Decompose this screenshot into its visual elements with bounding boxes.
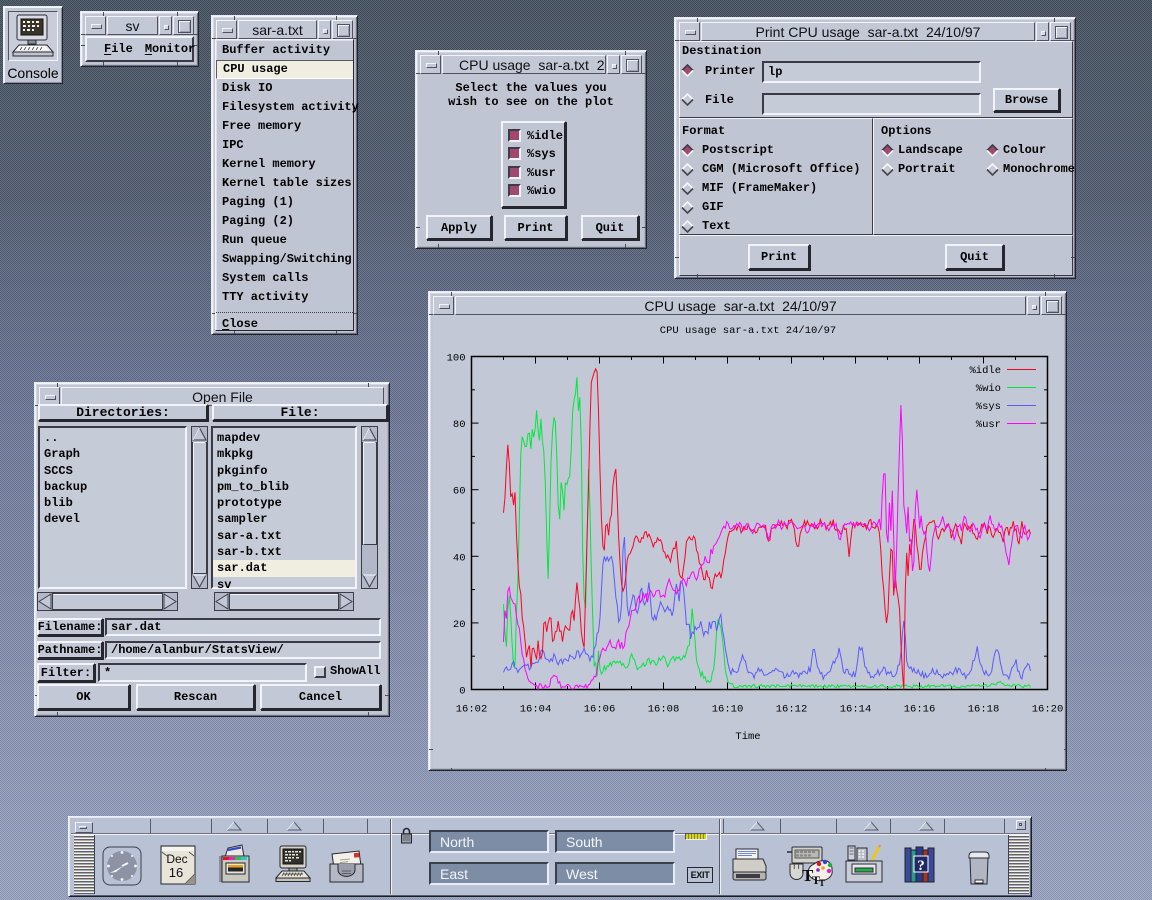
svg-text:Dec: Dec xyxy=(166,852,187,866)
svg-text:80: 80 xyxy=(453,419,466,431)
svg-text:16:02: 16:02 xyxy=(456,704,488,716)
svg-text:16:18: 16:18 xyxy=(968,704,1000,716)
svg-text:60: 60 xyxy=(453,486,466,498)
svg-text:16:04: 16:04 xyxy=(520,704,552,716)
svg-text:CPU usage sar-a.txt 24/10/97: CPU usage sar-a.txt 24/10/97 xyxy=(660,325,836,337)
svg-text:%usr: %usr xyxy=(976,419,1001,431)
svg-text:100: 100 xyxy=(447,353,466,365)
svg-text:20: 20 xyxy=(453,619,466,631)
svg-text:16:08: 16:08 xyxy=(648,704,680,716)
svg-text:40: 40 xyxy=(453,552,466,564)
svg-text:?: ? xyxy=(917,858,925,874)
svg-text:16:12: 16:12 xyxy=(776,704,808,716)
svg-text:16:20: 16:20 xyxy=(1032,704,1064,716)
svg-text:%idle: %idle xyxy=(969,365,1001,377)
svg-text:16: 16 xyxy=(169,865,183,880)
svg-text:16:06: 16:06 xyxy=(584,704,616,716)
svg-text:16:16: 16:16 xyxy=(904,704,936,716)
svg-text:16:14: 16:14 xyxy=(840,704,872,716)
svg-text:Time: Time xyxy=(735,731,760,743)
svg-text:%sys: %sys xyxy=(976,401,1001,413)
svg-text:%wio: %wio xyxy=(976,383,1001,395)
svg-text:T: T xyxy=(819,878,825,886)
svg-text:16:10: 16:10 xyxy=(712,704,744,716)
svg-text:0: 0 xyxy=(459,686,465,698)
